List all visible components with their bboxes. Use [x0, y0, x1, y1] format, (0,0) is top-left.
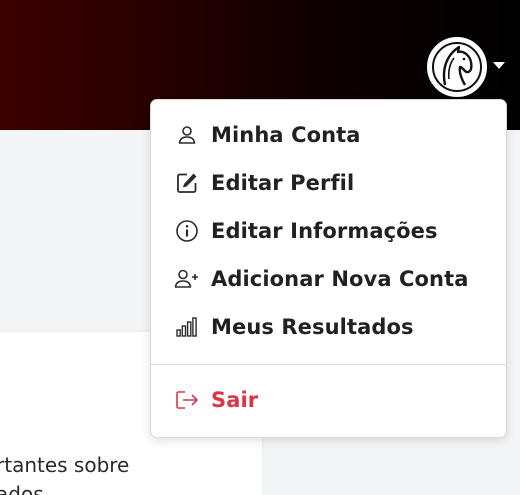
menu-item-meus-resultados[interactable]: Meus Resultados	[151, 305, 506, 349]
logout-label: Sair	[211, 388, 259, 412]
menu-item-editar-perfil[interactable]: Editar Perfil	[151, 161, 506, 205]
caret-down-icon[interactable]	[493, 62, 505, 69]
bar-chart-icon	[173, 313, 201, 341]
menu-item-editar-informacoes[interactable]: Editar Informações	[151, 209, 506, 253]
menu-item-label: Meus Resultados	[211, 315, 414, 339]
logout-button[interactable]: Sair	[151, 378, 506, 422]
content-text-line: rtantes sobre	[0, 453, 130, 477]
menu-item-adicionar-nova-conta[interactable]: Adicionar Nova Conta	[151, 257, 506, 301]
menu-item-minha-conta[interactable]: Minha Conta	[151, 113, 506, 157]
menu-divider	[151, 364, 506, 365]
user-avatar-button[interactable]	[427, 37, 487, 97]
user-plus-icon	[173, 265, 201, 293]
menu-item-label: Editar Informações	[211, 219, 438, 243]
edit-square-icon	[173, 169, 201, 197]
logout-icon	[173, 386, 201, 414]
user-icon	[173, 121, 201, 149]
horse-head-logo-icon	[432, 42, 482, 92]
user-dropdown-menu: Minha Conta Editar Perfil Editar Informa…	[150, 99, 507, 438]
menu-item-label: Adicionar Nova Conta	[211, 267, 469, 291]
avatar	[427, 37, 487, 97]
content-text-line: ados	[0, 482, 44, 495]
info-circle-icon	[173, 217, 201, 245]
menu-item-label: Editar Perfil	[211, 171, 355, 195]
menu-item-label: Minha Conta	[211, 123, 361, 147]
